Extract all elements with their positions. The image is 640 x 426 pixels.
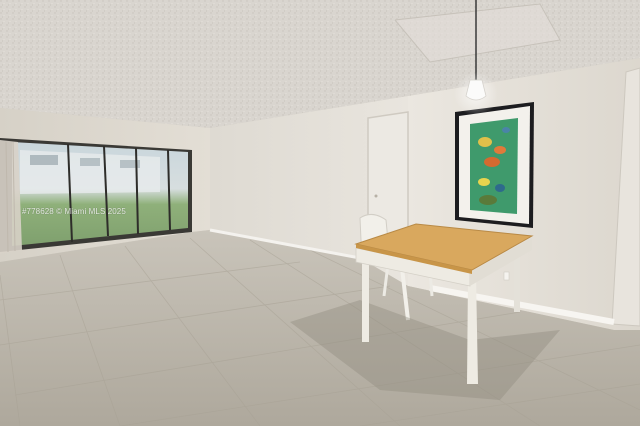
framed-fish-artwork bbox=[455, 102, 534, 228]
wall-outlet bbox=[503, 271, 510, 281]
mls-watermark: #778628 © Miami MLS 2025 bbox=[22, 207, 126, 216]
